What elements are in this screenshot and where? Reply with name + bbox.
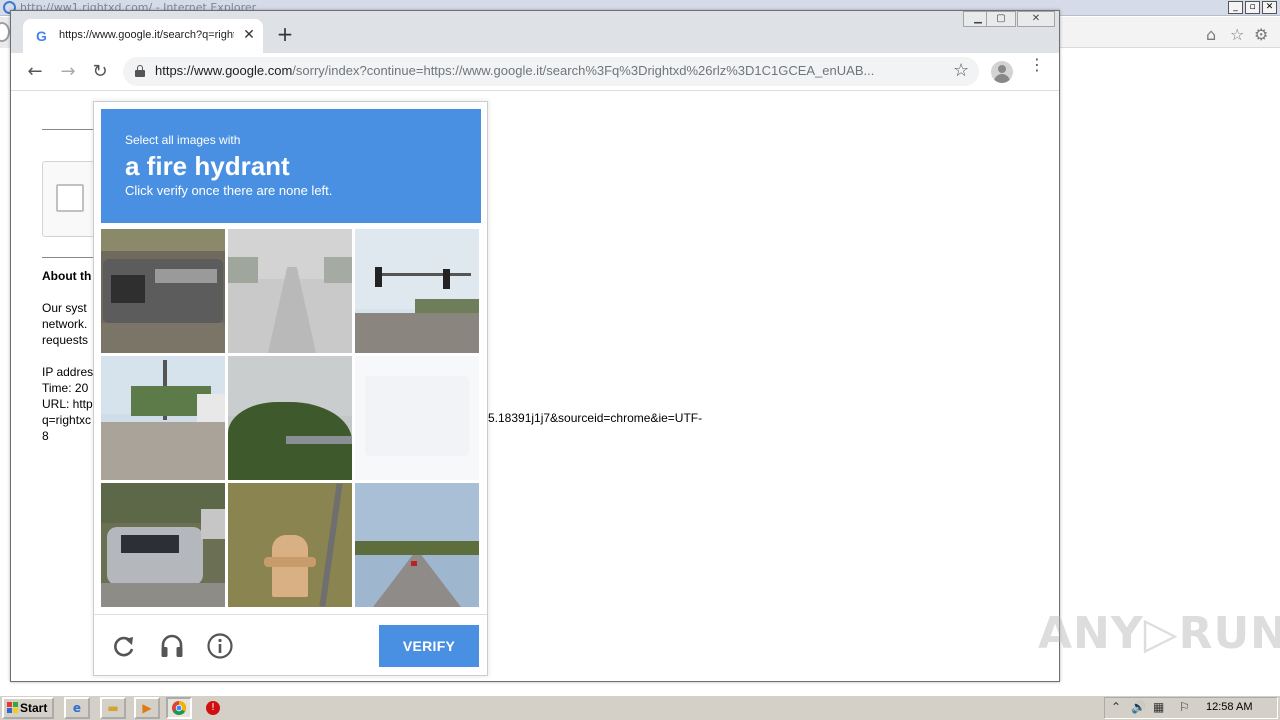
- recaptcha-checkbox[interactable]: [56, 184, 84, 212]
- address-bar[interactable]: https://www.google.com/sorry/index?conti…: [123, 57, 979, 86]
- settings-gear-icon[interactable]: ⚙: [1254, 25, 1268, 44]
- ie-minimize-button[interactable]: _: [1228, 1, 1243, 14]
- back-button[interactable]: ←: [23, 60, 47, 84]
- system-tray: ⌃ 🔊 ▦ ⚐ 12:58 AM: [1104, 697, 1278, 719]
- taskbar: Start e ▬ ▶ ! ⌃ 🔊 ▦ ⚐ 12:58 AM: [0, 694, 1280, 720]
- url-host: https://www.google.com: [155, 63, 293, 78]
- tile-parked-suv[interactable]: [101, 483, 225, 607]
- ie-toolbar: ⌂ ☆ ⚙: [1060, 17, 1280, 48]
- chrome-close-button[interactable]: ✕: [1017, 11, 1055, 27]
- captcha-instructions: Select all images with a fire hydrant Cl…: [101, 109, 481, 223]
- tile-fire-hydrant[interactable]: [228, 483, 352, 607]
- ie-icon[interactable]: e: [64, 697, 90, 719]
- tab-title: https://www.google.it/search?q=rightxd: [59, 29, 234, 41]
- body-line: network.: [42, 317, 88, 331]
- instruction-sub: Click verify once there are none left.: [125, 183, 333, 198]
- body-line: requests: [42, 333, 89, 347]
- chrome-tab-strip: G https://www.google.it/search?q=rightxd…: [11, 11, 1059, 53]
- tile-power-lines-road[interactable]: [101, 356, 225, 480]
- ie-restore-button[interactable]: ▫: [1245, 1, 1260, 14]
- info-icon[interactable]: [207, 633, 233, 659]
- info-line: 8: [42, 429, 49, 443]
- reload-button[interactable]: ↻: [88, 60, 112, 84]
- tile-foggy-road[interactable]: [228, 229, 352, 353]
- chrome-toolbar: ← → ↻ https://www.google.com/sorry/index…: [11, 53, 1059, 91]
- clock: 12:58 AM: [1206, 701, 1253, 713]
- tile-highway[interactable]: [355, 483, 479, 607]
- tile-traffic-light-street[interactable]: [355, 229, 479, 353]
- tile-fading-blank[interactable]: [355, 356, 479, 480]
- start-label: Start: [20, 701, 48, 715]
- chrome-active-tab[interactable]: G https://www.google.it/search?q=rightxd…: [23, 19, 263, 53]
- anyrun-watermark: ANY▷RUN: [1038, 608, 1280, 659]
- chrome-menu-icon[interactable]: ⋮: [1029, 57, 1045, 73]
- windows-flag-icon: [7, 702, 19, 714]
- lock-icon[interactable]: [135, 65, 145, 77]
- chrome-maximize-button[interactable]: ▢: [986, 11, 1016, 27]
- network-icon[interactable]: ▦: [1153, 700, 1164, 714]
- url-text[interactable]: https://www.google.com/sorry/index?conti…: [155, 63, 945, 78]
- info-line: Time: 20: [42, 381, 89, 395]
- google-favicon-icon: G: [36, 28, 47, 44]
- tile-pickup-truck[interactable]: [101, 229, 225, 353]
- audio-headphones-icon[interactable]: [159, 633, 185, 659]
- info-line: URL: http: [42, 397, 93, 411]
- profile-avatar-icon[interactable]: [991, 61, 1013, 83]
- info-line: q=rightxc: [42, 413, 92, 427]
- verify-button[interactable]: VERIFY: [379, 625, 479, 667]
- chrome-icon[interactable]: [166, 697, 192, 719]
- home-icon[interactable]: ⌂: [1206, 25, 1216, 44]
- favorites-star-icon[interactable]: ☆: [1230, 25, 1244, 44]
- ie-close-button[interactable]: ✕: [1262, 1, 1277, 14]
- tile-trees-bridge[interactable]: [228, 356, 352, 480]
- reload-icon[interactable]: [111, 633, 137, 659]
- start-button[interactable]: Start: [2, 697, 54, 719]
- tab-close-icon[interactable]: ✕: [241, 27, 257, 43]
- url-tail-text: 5.18391j1j7&sourceid=chrome&ie=UTF-: [488, 411, 703, 425]
- instruction-target: a fire hydrant: [125, 151, 290, 181]
- folder-icon[interactable]: ▬: [100, 697, 126, 719]
- volume-icon[interactable]: 🔊: [1131, 700, 1146, 714]
- info-line: IP addres: [42, 365, 94, 379]
- instruction-small: Select all images with: [125, 133, 241, 147]
- media-player-icon[interactable]: ▶: [134, 697, 160, 719]
- url-path: /sorry/index?continue=https://www.google…: [292, 63, 875, 78]
- bookmark-star-icon[interactable]: ☆: [953, 60, 969, 81]
- forward-button[interactable]: →: [56, 60, 80, 84]
- captcha-footer: VERIFY: [94, 614, 487, 676]
- flag-icon[interactable]: ⚐: [1179, 700, 1190, 714]
- body-line: Our syst: [42, 301, 87, 315]
- expand-arrow-icon[interactable]: ⌃: [1111, 700, 1121, 714]
- stop-icon[interactable]: !: [200, 697, 226, 719]
- about-heading: About th: [42, 269, 92, 283]
- captcha-challenge: Select all images with a fire hydrant Cl…: [93, 101, 488, 676]
- new-tab-button[interactable]: +: [275, 24, 295, 45]
